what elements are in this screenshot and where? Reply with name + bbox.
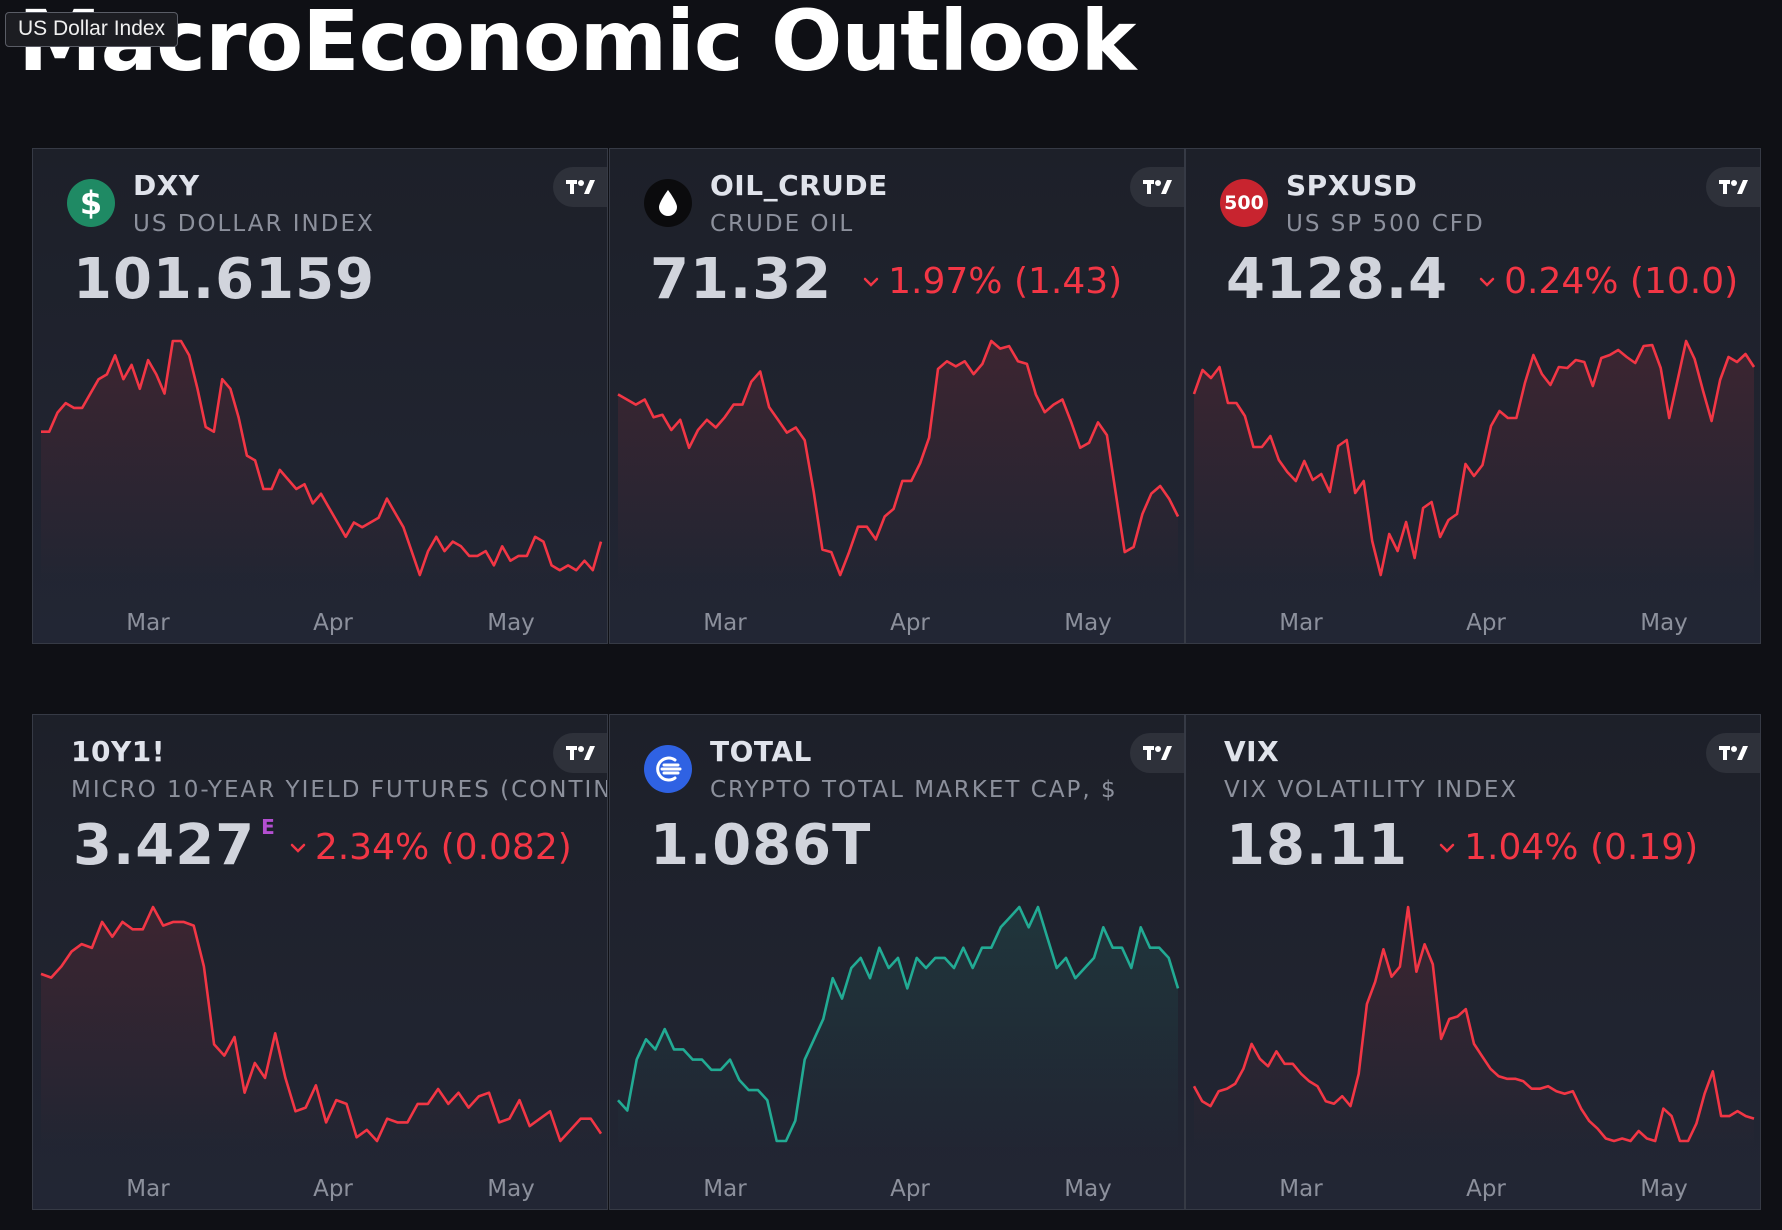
series-area	[618, 907, 1178, 1151]
chevron-down-icon	[1439, 843, 1455, 853]
tradingview-icon	[1719, 746, 1748, 760]
series-area	[1194, 341, 1754, 585]
symbol-card-dxy[interactable]: $ DXY US DOLLAR INDEX 101.6159 Mar Apr May	[32, 148, 608, 644]
symbol-name[interactable]: TOTAL	[710, 735, 812, 768]
line-chart: Mar Apr May	[617, 905, 1180, 1202]
symbol-description: US DOLLAR INDEX	[133, 211, 375, 237]
price-change: 2.34% (0.082)	[289, 827, 572, 868]
line-chart: Mar Apr May	[1192, 905, 1755, 1202]
price-change-text: 0.24% (10.0)	[1504, 261, 1739, 302]
page-title: MacroEconomic Outlook	[18, 0, 1136, 90]
month-tick-label: Mar	[126, 610, 170, 636]
symbol-name[interactable]: DXY	[133, 169, 200, 202]
symbol-description: US SP 500 CFD	[1286, 211, 1485, 237]
month-tick-label: Mar	[1279, 1176, 1323, 1202]
symbol-description: CRYPTO TOTAL MARKET CAP, $	[710, 777, 1118, 803]
last-price: 101.6159	[73, 247, 376, 312]
tradingview-icon	[566, 746, 595, 760]
last-price: 71.32	[650, 247, 833, 312]
month-tick-label: Apr	[313, 610, 353, 636]
symbol-card-spxusd[interactable]: 500 SPXUSD US SP 500 CFD 4128.4 0.24% (10.0)…	[1185, 148, 1761, 644]
end-of-day-badge: E	[261, 815, 275, 839]
last-price: 18.11	[1226, 813, 1409, 878]
symbol-card-oilcrude[interactable]: OIL_CRUDE CRUDE OIL 71.32 1.97% (1.43) Mar Ap…	[609, 148, 1185, 644]
month-tick-label: Mar	[703, 1176, 747, 1202]
month-tick-label: Apr	[1466, 1176, 1506, 1202]
month-tick-label: Mar	[1279, 610, 1323, 636]
symbol-name[interactable]: 10Y1!	[71, 735, 165, 768]
series-area	[41, 907, 601, 1151]
month-tick-label: May	[1640, 1176, 1688, 1202]
last-price: 4128.4	[1226, 247, 1449, 312]
symbol-description: CRUDE OIL	[710, 211, 855, 237]
chevron-down-icon	[1479, 277, 1495, 287]
month-tick-label: May	[1064, 1176, 1112, 1202]
month-tick-label: Apr	[890, 1176, 930, 1202]
symbol-name[interactable]: VIX	[1224, 735, 1279, 768]
month-tick-label: Apr	[890, 610, 930, 636]
symbol-card-10y1[interactable]: 10Y1! MICRO 10-YEAR YIELD FUTURES (CONTIN…	[32, 714, 608, 1210]
symbol-card-vix[interactable]: VIX VIX VOLATILITY INDEX 18.11 1.04% (0.19)…	[1185, 714, 1761, 1210]
tradingview-logo-button[interactable]	[1706, 167, 1760, 207]
line-chart: Mar Apr May	[617, 339, 1180, 636]
oil-drop-icon	[644, 179, 692, 227]
symbol-description: VIX VOLATILITY INDEX	[1224, 777, 1519, 803]
dollar-icon: $	[67, 179, 115, 227]
price-change: 0.24% (10.0)	[1478, 261, 1738, 302]
crypto-total-icon	[644, 745, 692, 793]
symbol-name[interactable]: SPXUSD	[1286, 169, 1417, 202]
chevron-down-icon	[290, 843, 306, 853]
sp500-badge-icon: 500	[1220, 179, 1268, 227]
chevron-down-icon	[863, 277, 879, 287]
month-tick-label: May	[1064, 610, 1112, 636]
line-chart: Mar Apr May	[41, 339, 603, 636]
last-price: 1.086T	[650, 813, 872, 878]
line-chart: Mar Apr May	[40, 905, 603, 1202]
tradingview-logo-button[interactable]	[1130, 167, 1184, 207]
symbol-card-total[interactable]: TOTAL CRYPTO TOTAL MARKET CAP, $ 1.086T Mar…	[609, 714, 1185, 1210]
last-price: 3.427	[73, 813, 256, 878]
month-tick-label: Apr	[1466, 610, 1506, 636]
price-change: 1.04% (0.19)	[1438, 827, 1698, 868]
tradingview-logo-button[interactable]	[1706, 733, 1760, 773]
tradingview-logo-button[interactable]	[553, 733, 607, 773]
tradingview-logo-button[interactable]	[1130, 733, 1184, 773]
price-change-text: 2.34% (0.082)	[314, 827, 572, 868]
month-tick-label: May	[487, 610, 535, 636]
price-change: 1.97% (1.43)	[862, 261, 1122, 302]
symbol-description: MICRO 10-YEAR YIELD FUTURES (CONTINUOUS)	[71, 777, 607, 803]
month-tick-label: May	[1640, 610, 1688, 636]
series-area	[618, 341, 1178, 585]
tradingview-icon	[566, 180, 595, 194]
month-tick-label: Apr	[313, 1176, 353, 1202]
symbol-name[interactable]: OIL_CRUDE	[710, 169, 888, 202]
tradingview-icon	[1143, 746, 1172, 760]
month-tick-label: Mar	[703, 610, 747, 636]
month-tick-label: Mar	[126, 1176, 170, 1202]
symbol-tooltip: US Dollar Index	[5, 12, 179, 47]
tradingview-icon	[1143, 180, 1172, 194]
tradingview-logo-button[interactable]	[553, 167, 607, 207]
month-tick-label: May	[487, 1176, 535, 1202]
tradingview-icon	[1719, 180, 1748, 194]
price-change-text: 1.97% (1.43)	[888, 261, 1123, 302]
price-change-text: 1.04% (0.19)	[1464, 827, 1699, 868]
line-chart: Mar Apr May	[1192, 339, 1756, 636]
